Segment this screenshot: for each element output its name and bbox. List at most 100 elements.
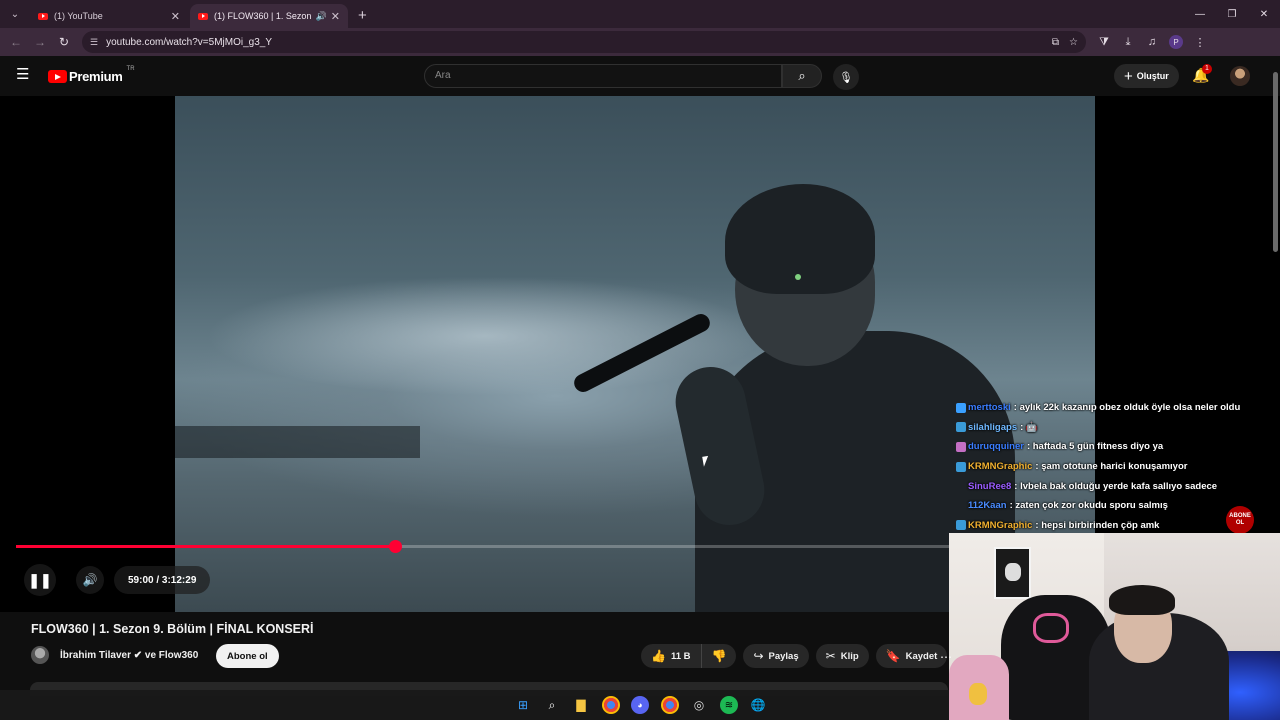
hamburger-menu-icon[interactable]: ☰	[16, 67, 32, 82]
browser-tab-strip: ⌄ (1) YouTube ✕ (1) FLOW360 | 1. Sezon 9…	[0, 0, 1280, 28]
window-controls: — ❐ ✕	[1184, 0, 1280, 28]
search-button[interactable]: ⌕	[782, 64, 822, 88]
progress-played	[16, 545, 396, 548]
cat-poster	[994, 547, 1031, 599]
subscribe-badge: ABONE OL	[1226, 506, 1254, 534]
channel-name[interactable]: İbrahim Tilaver ✔ ve Flow360	[60, 650, 198, 661]
bookmark-icon: 🔖	[885, 649, 901, 663]
tab-youtube[interactable]: (1) YouTube ✕	[30, 4, 188, 28]
close-window-icon[interactable]: ✕	[1248, 0, 1280, 28]
microphone-icon: 🎙	[839, 71, 853, 84]
install-app-icon[interactable]: ⧉	[1052, 37, 1059, 48]
chrome-active-icon[interactable]	[661, 696, 679, 714]
youtube-logo-icon	[48, 70, 67, 83]
share-button[interactable]: ↪ Paylaş	[743, 644, 809, 668]
chat-message: silahligaps : 🤖	[956, 418, 1276, 438]
create-button[interactable]: + Oluştur	[1114, 64, 1179, 88]
forward-arrow-icon[interactable]: →	[28, 30, 52, 54]
close-tab-icon[interactable]: ✕	[331, 10, 340, 23]
new-tab-button[interactable]: +	[358, 7, 367, 24]
tab-title: (1) FLOW360 | 1. Sezon 9. B	[214, 11, 313, 21]
badge-icon	[956, 481, 966, 491]
time-display: 59:00 / 3:12:29	[114, 566, 211, 594]
search-icon: ⌕	[798, 68, 806, 83]
streamer-hair	[1109, 585, 1175, 615]
speaker-icon[interactable]: 🔊	[316, 11, 327, 22]
badge-icon	[956, 501, 966, 511]
close-tab-icon[interactable]: ✕	[171, 10, 180, 23]
scrubber-handle[interactable]	[388, 540, 402, 553]
video-actions: 👍 11 B 👎 ↪ Paylaş ✂ Klip 🔖 Kaydet	[641, 644, 954, 668]
youtube-premium-logo[interactable]: Premium TR	[48, 65, 135, 84]
discord-icon[interactable]: ◕	[631, 696, 649, 714]
site-info-icon[interactable]: ☰	[90, 37, 98, 48]
chat-message: merttoski : aylık 22k kazanıp obez olduk…	[956, 398, 1276, 418]
account-avatar[interactable]	[1230, 66, 1250, 86]
spotify-icon[interactable]: ≋	[720, 696, 738, 714]
streamer-webcam	[949, 533, 1280, 720]
dislike-button[interactable]: 👎	[701, 644, 737, 668]
volume-icon: 🔊	[82, 573, 98, 587]
chat-message: duruqquiner : haftada 5 gün fitness diyo…	[956, 437, 1276, 457]
like-count: 11 B	[670, 650, 691, 662]
search-input[interactable]: Ara	[424, 64, 782, 88]
country-code: TR	[126, 65, 135, 72]
like-button[interactable]: 👍 11 B	[641, 644, 702, 668]
create-label: Oluştur	[1136, 71, 1169, 81]
youtube-favicon-icon	[38, 12, 48, 20]
volume-button[interactable]: 🔊	[76, 566, 104, 594]
more-actions-icon[interactable]: ⋯	[940, 650, 952, 664]
chat-message: SinuRee8 : lvbela bak olduğu yerde kafa …	[956, 476, 1276, 496]
browser-toolbar: ← → ↻ ☰ youtube.com/watch?v=5MjMOi_g3_Y …	[0, 28, 1280, 56]
logo-text: Premium	[69, 69, 123, 84]
address-bar[interactable]: ☰ youtube.com/watch?v=5MjMOi_g3_Y ⧉ ☆	[82, 31, 1086, 53]
thumbs-down-icon: 👎	[711, 649, 727, 663]
badge-icon	[956, 461, 966, 472]
profile-avatar[interactable]: P	[1169, 35, 1183, 49]
plus-icon: +	[1124, 67, 1133, 85]
tab-title: (1) YouTube	[54, 11, 103, 21]
file-explorer-icon[interactable]: ▇	[572, 696, 590, 714]
save-button[interactable]: 🔖 Kaydet	[875, 644, 948, 668]
scissors-icon: ✂	[825, 649, 836, 663]
reload-icon[interactable]: ↻	[52, 30, 76, 54]
download-icon[interactable]: ⤓	[1116, 36, 1140, 49]
notification-badge: 1	[1202, 64, 1212, 74]
tab-search-icon[interactable]: ⌄	[4, 3, 26, 25]
notifications-button[interactable]: 🔔 1	[1192, 64, 1212, 84]
plush-toy	[969, 683, 987, 705]
badge-icon	[956, 422, 966, 433]
thumbs-up-icon: 👍	[651, 649, 666, 663]
browser-menu-icon[interactable]: ⋮	[1188, 36, 1212, 49]
youtube-header: ☰ Premium TR Ara ⌕ 🎙 + Oluştur 🔔 1	[0, 56, 1280, 96]
windows-taskbar	[0, 690, 949, 720]
chrome-icon[interactable]	[602, 696, 620, 714]
mouse-cursor-icon	[702, 455, 713, 467]
minimize-icon[interactable]: —	[1184, 0, 1216, 28]
badge-icon	[956, 402, 966, 413]
page-scrollbar[interactable]	[1272, 60, 1280, 260]
windows-start-icon[interactable]: ⊞	[514, 696, 532, 714]
back-arrow-icon[interactable]: ←	[4, 30, 28, 54]
pause-icon: ❚❚	[28, 571, 52, 588]
extensions-icon[interactable]: ⧩	[1092, 36, 1116, 49]
obs-icon[interactable]: ◎	[690, 696, 708, 714]
chat-message: KRMNGraphic : şam ototune harici konuşam…	[956, 457, 1276, 477]
badge-icon	[956, 520, 966, 531]
globe-icon[interactable]: 🌐	[749, 696, 767, 714]
media-control-icon[interactable]: ♫	[1140, 36, 1164, 48]
channel-avatar[interactable]	[31, 646, 49, 664]
search-icon[interactable]: ⌕	[543, 696, 561, 714]
progress-bar[interactable]	[16, 540, 949, 553]
tab-flow360[interactable]: (1) FLOW360 | 1. Sezon 9. B 🔊 ✕	[190, 4, 348, 28]
clip-button[interactable]: ✂ Klip	[815, 644, 869, 668]
subscribe-button[interactable]: Abone ol	[216, 644, 279, 668]
voice-search-button[interactable]: 🎙	[833, 64, 859, 90]
url-text: youtube.com/watch?v=5MjMOi_g3_Y	[106, 36, 272, 48]
share-arrow-icon: ↪	[753, 649, 764, 663]
bookmark-star-icon[interactable]: ☆	[1069, 37, 1078, 48]
restore-icon[interactable]: ❐	[1216, 0, 1248, 28]
badge-icon	[956, 441, 966, 452]
pause-button[interactable]: ❚❚	[24, 564, 56, 596]
scrollbar-thumb[interactable]	[1273, 72, 1278, 252]
